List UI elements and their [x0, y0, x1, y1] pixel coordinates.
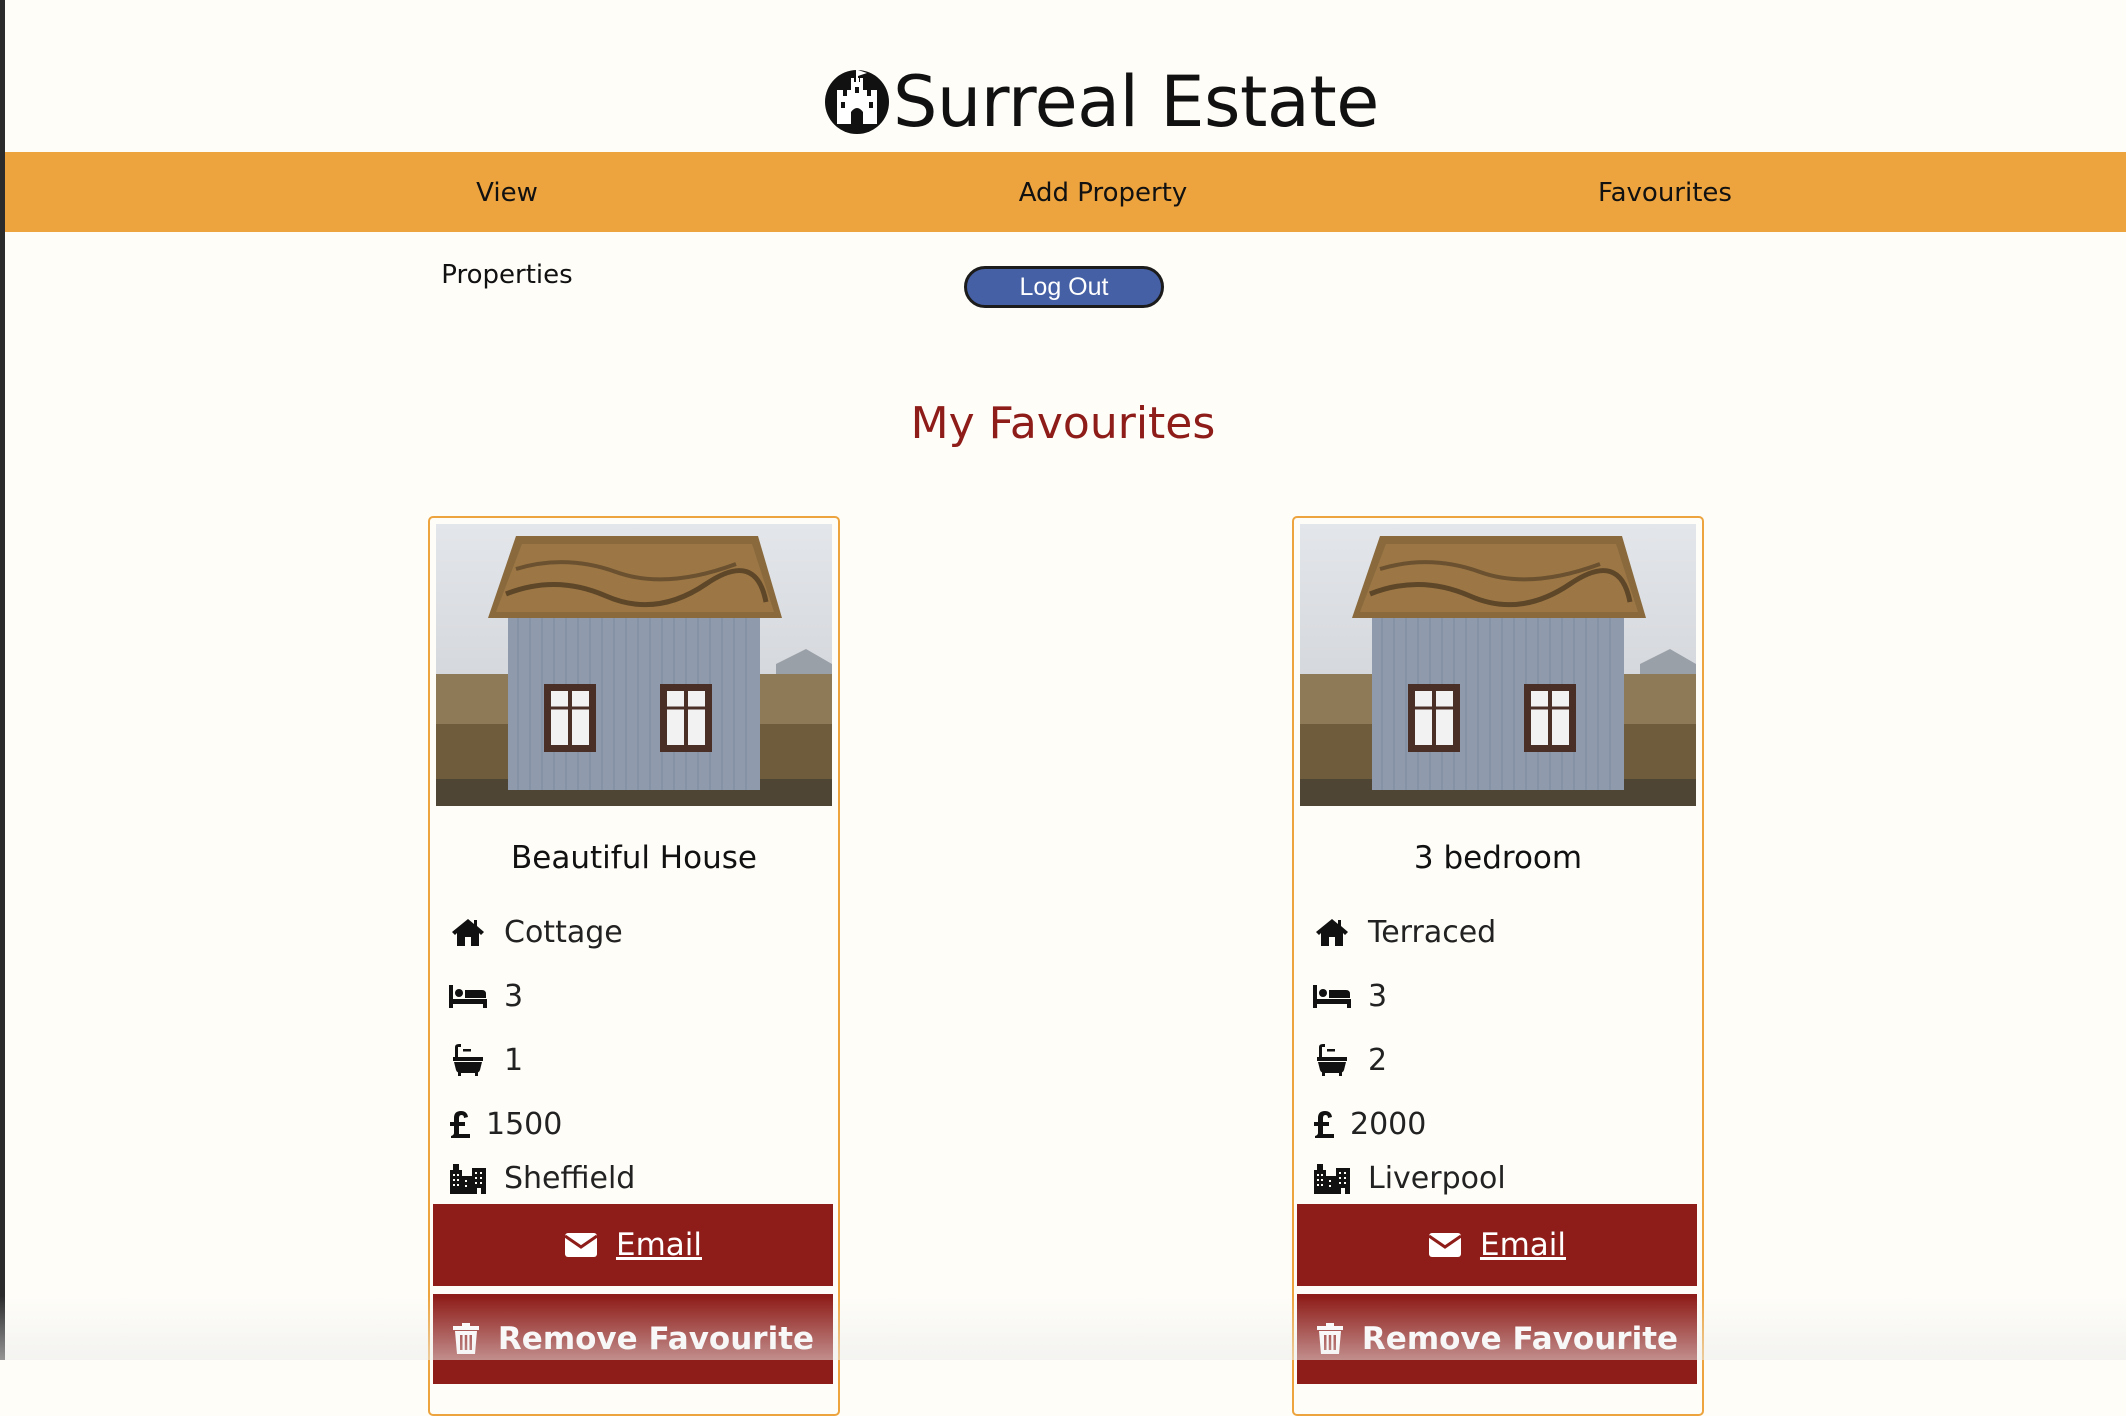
- bottom-fade: [0, 1296, 2126, 1360]
- remove-favourite-button[interactable]: Remove Favourite: [1297, 1294, 1697, 1384]
- property-title: 3 bedroom: [1413, 840, 1583, 876]
- home-icon: [448, 915, 488, 949]
- email-button-label: Email: [1479, 1227, 1566, 1263]
- property-price-value: 2000: [1350, 1106, 1427, 1142]
- city-icon: [1312, 1161, 1352, 1195]
- nav-favourites[interactable]: Favourites: [1565, 152, 1765, 232]
- remove-favourite-label: Remove Favourite: [497, 1321, 815, 1357]
- logout-button[interactable]: Log Out: [964, 266, 1164, 308]
- remove-favourite-button[interactable]: Remove Favourite: [433, 1294, 833, 1384]
- trash-icon: [452, 1323, 480, 1355]
- page-title: My Favourites: [910, 398, 1216, 449]
- trash-icon: [1316, 1323, 1344, 1355]
- property-bedrooms: 3: [1312, 974, 1387, 1018]
- site-logo[interactable]: Surreal Estate: [823, 64, 1379, 140]
- property-type-value: Cottage: [504, 914, 623, 950]
- property-bathrooms-value: 1: [504, 1042, 524, 1078]
- property-bedrooms: 3: [448, 974, 523, 1018]
- email-button-label: Email: [615, 1227, 702, 1263]
- envelope-icon: [1428, 1232, 1462, 1258]
- property-bathrooms: 1: [448, 1038, 523, 1082]
- email-button[interactable]: Email: [1297, 1204, 1697, 1286]
- property-title: Beautiful House: [511, 840, 757, 876]
- property-type: Cottage: [448, 910, 623, 954]
- nav-view-properties[interactable]: View Properties: [407, 152, 607, 290]
- site-title: Surreal Estate: [893, 61, 1379, 143]
- favourite-card: 3 bedroom Terraced 3 2 2000 Liverpool Em…: [1292, 516, 1704, 1416]
- pound-icon: [1312, 1107, 1336, 1141]
- property-price-value: 1500: [486, 1106, 563, 1142]
- bath-icon: [448, 1043, 488, 1077]
- favourite-card: Beautiful House Cottage 3 1 1500 Sheffie…: [428, 516, 840, 1416]
- email-button[interactable]: Email: [433, 1204, 833, 1286]
- bed-icon: [448, 979, 488, 1013]
- property-city-value: Sheffield: [504, 1160, 636, 1196]
- castle-icon: [823, 68, 891, 136]
- property-bedrooms-value: 3: [1368, 978, 1388, 1014]
- property-bathrooms-value: 2: [1368, 1042, 1388, 1078]
- property-city: Sheffield: [448, 1156, 635, 1200]
- home-icon: [1312, 915, 1352, 949]
- main-nav: View Properties Add Property Favourites: [5, 152, 2126, 290]
- property-price: 1500: [448, 1102, 562, 1146]
- property-city: Liverpool: [1312, 1156, 1506, 1200]
- site-header: Surreal Estate: [5, 0, 2126, 152]
- nav-add-property[interactable]: Add Property: [1003, 152, 1203, 232]
- property-bathrooms: 2: [1312, 1038, 1387, 1082]
- city-icon: [448, 1161, 488, 1195]
- property-price: 2000: [1312, 1102, 1426, 1146]
- pound-icon: [448, 1107, 472, 1141]
- property-city-value: Liverpool: [1368, 1160, 1506, 1196]
- bed-icon: [1312, 979, 1352, 1013]
- property-image: [1300, 524, 1696, 806]
- bath-icon: [1312, 1043, 1352, 1077]
- property-image: [436, 524, 832, 806]
- envelope-icon: [564, 1232, 598, 1258]
- property-type: Terraced: [1312, 910, 1496, 954]
- remove-favourite-label: Remove Favourite: [1361, 1321, 1679, 1357]
- property-type-value: Terraced: [1368, 914, 1497, 950]
- property-bedrooms-value: 3: [504, 978, 524, 1014]
